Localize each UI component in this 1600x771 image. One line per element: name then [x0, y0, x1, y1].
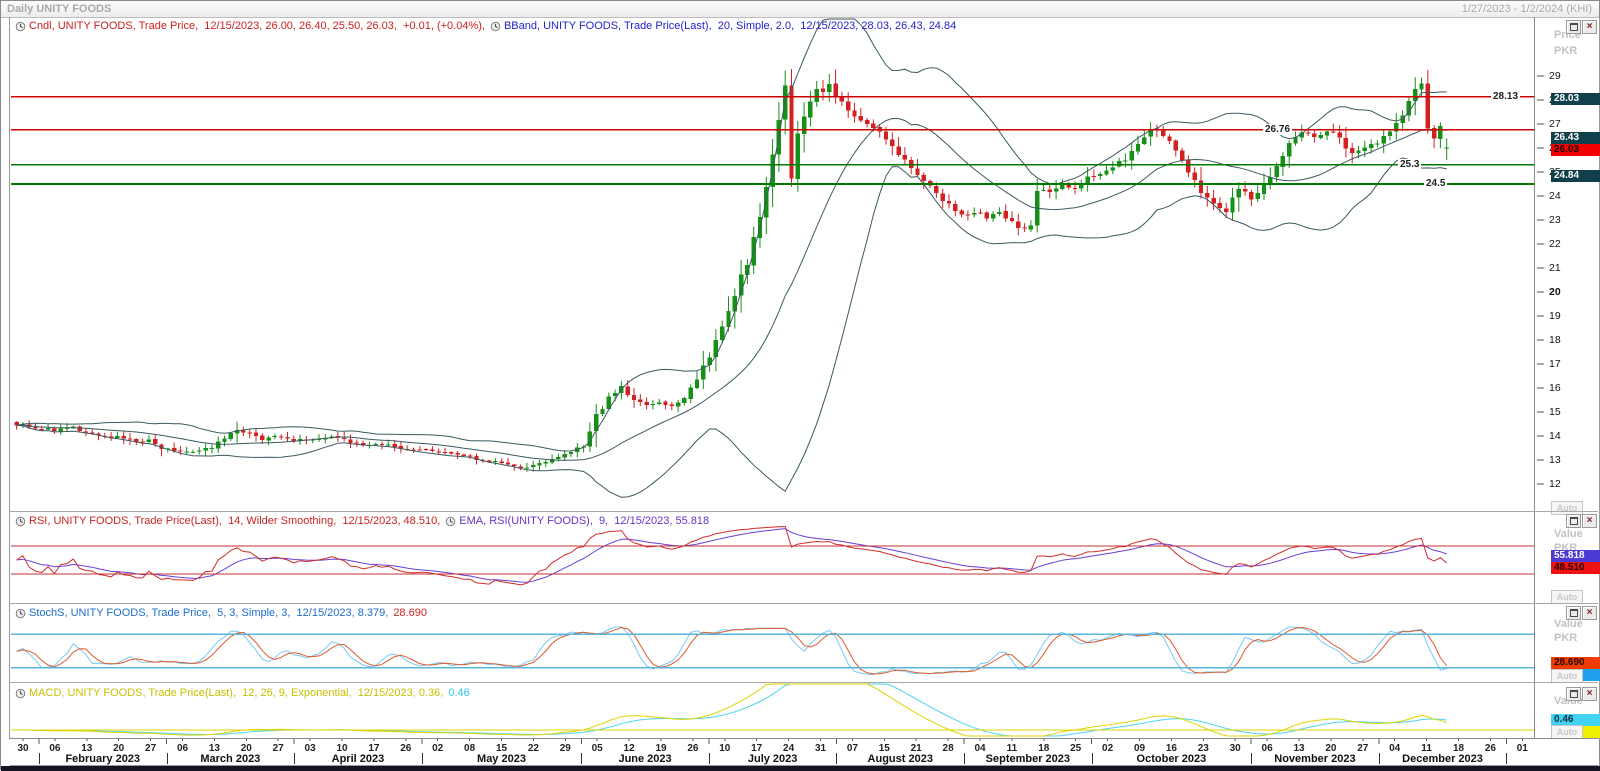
panel-separator[interactable] — [10, 603, 1598, 604]
chart-canvas[interactable] — [1, 1, 1600, 771]
price-panel-graphics — [14, 19, 1449, 497]
chart-window: Daily UNITY FOODS 1/27/2023 - 1/2/2024 (… — [0, 0, 1600, 770]
rsi-panel-graphics — [17, 527, 1447, 585]
panel-separator[interactable] — [10, 511, 1598, 512]
macd-panel-graphics — [17, 684, 1447, 736]
window-bottom-edge — [1, 766, 1600, 771]
panel-separator[interactable] — [10, 682, 1598, 683]
x-axis-line — [10, 738, 1598, 739]
axis-separator — [1534, 17, 1535, 738]
